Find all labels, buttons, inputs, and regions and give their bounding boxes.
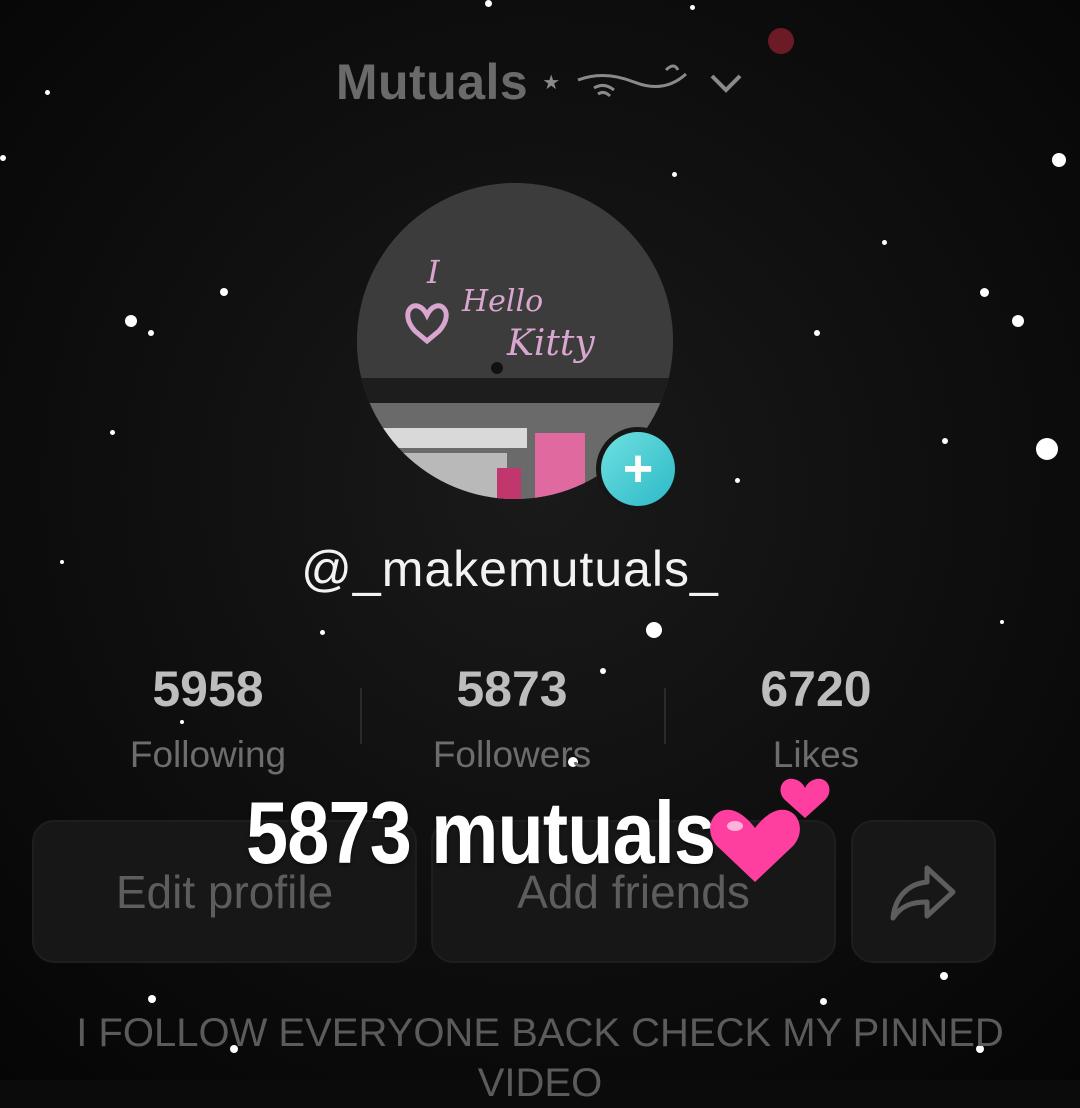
two-hearts-icon (710, 778, 830, 882)
stat-following[interactable]: 5958 Following (58, 660, 358, 776)
avatar-text-i: I (426, 253, 441, 291)
profile-header: Mutuals ★ (0, 52, 1080, 112)
avatar-text-kitty: Kitty (506, 323, 595, 364)
profile-bio: I FOLLOW EVERYONE BACK CHECK MY PINNED (76, 1011, 1004, 1055)
stat-value: 6720 (760, 661, 872, 717)
stat-likes[interactable]: 6720 Likes (666, 660, 966, 776)
wave-decoration-icon (577, 64, 688, 98)
stat-value: 5873 (456, 661, 568, 717)
profile-bio-line2: VIDEO (477, 1061, 603, 1105)
share-icon (890, 865, 955, 920)
stat-followers[interactable]: 5873 Followers (362, 660, 662, 776)
chevron-down-icon[interactable] (708, 70, 744, 94)
avatar-text-hello: Hello (461, 284, 543, 319)
stat-value: 5958 (152, 661, 264, 717)
add-story-button[interactable]: + (596, 427, 680, 511)
stat-divider (664, 688, 666, 744)
username: @_makemutuals_ (301, 541, 719, 597)
stat-divider (360, 688, 362, 744)
notification-dot (768, 28, 794, 54)
profile-stats: 5958 Following 5873 Followers 6720 Likes (0, 660, 1020, 790)
share-profile-button[interactable] (851, 820, 996, 963)
overlay-caption: 5873 mutuals (246, 783, 716, 882)
account-switcher-title[interactable]: Mutuals (336, 53, 528, 111)
stat-label: Following (129, 734, 287, 775)
stat-label: Followers (432, 734, 592, 775)
star-icon: ★ (542, 71, 561, 94)
plus-icon: + (601, 432, 675, 506)
